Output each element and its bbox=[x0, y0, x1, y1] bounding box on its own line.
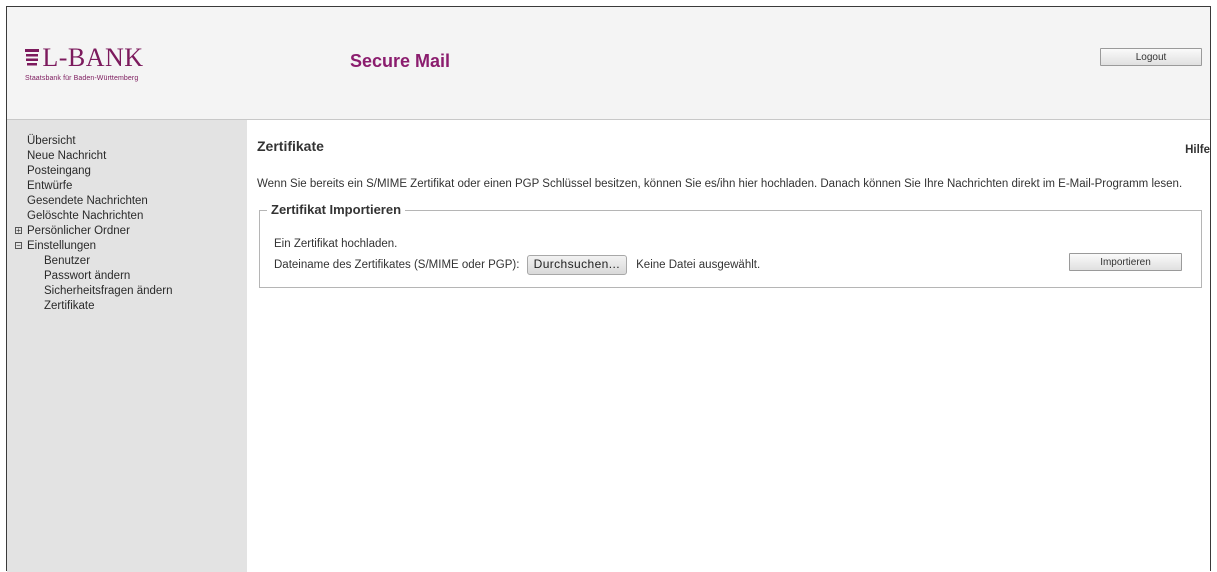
expand-icon[interactable]: + bbox=[15, 227, 22, 235]
logo-wordmark: L-BANK bbox=[42, 43, 144, 72]
sidebar: Übersicht Neue Nachricht Posteingang Ent… bbox=[7, 120, 247, 572]
section-legend: Zertifikat Importieren bbox=[267, 202, 406, 217]
logo-subtitle: Staatsbank für Baden-Württemberg bbox=[25, 75, 139, 82]
sidebar-item-posteingang[interactable]: Posteingang bbox=[15, 164, 144, 179]
intro-text: Wenn Sie bereits ein S/MIME Zertifikat o… bbox=[257, 178, 1183, 190]
file-label: Dateiname des Zertifikates (S/MIME oder … bbox=[274, 259, 520, 272]
sidebar-item-label: Gelöschte Nachrichten bbox=[27, 210, 144, 222]
sidebar-item-label: Neue Nachricht bbox=[27, 150, 107, 162]
page-title: Zertifikate bbox=[257, 138, 324, 154]
lbank-logo: L-BANK Staatsbank für Baden-Württemberg bbox=[25, 43, 144, 82]
sidebar-item-label: Sicherheitsfragen ändern bbox=[44, 285, 173, 297]
sidebar-item-geloeschte-nachrichten[interactable]: Gelöschte Nachrichten bbox=[15, 209, 144, 224]
sidebar-item-passwort-aendern[interactable]: Passwort ändern bbox=[15, 269, 144, 284]
sidebar-item-label: Passwort ändern bbox=[44, 270, 131, 282]
file-row: Dateiname des Zertifikates (S/MIME oder … bbox=[274, 255, 760, 275]
sidebar-item-label: Einstellungen bbox=[27, 240, 97, 252]
app-title: Secure Mail bbox=[350, 51, 451, 71]
sidebar-item-persoenlicher-ordner[interactable]: + Persönlicher Ordner bbox=[15, 224, 144, 239]
sidebar-item-label: Entwürfe bbox=[27, 180, 73, 192]
help-link[interactable]: Hilfe bbox=[1185, 144, 1210, 156]
sidebar-item-gesendete-nachrichten[interactable]: Gesendete Nachrichten bbox=[15, 194, 148, 209]
collapse-icon[interactable]: − bbox=[15, 242, 22, 250]
logout-button[interactable]: Logout bbox=[1100, 48, 1202, 66]
sidebar-item-label: Zertifikate bbox=[44, 300, 95, 312]
main-content: Zertifikate Hilfe Wenn Sie bereits ein S… bbox=[247, 120, 1210, 572]
browse-button[interactable]: Durchsuchen... bbox=[526, 255, 627, 275]
import-certificate-section: Zertifikat Importieren Ein Zertifikat ho… bbox=[259, 202, 1202, 288]
sidebar-item-label: Übersicht bbox=[27, 135, 76, 147]
sidebar-item-label: Persönlicher Ordner bbox=[27, 225, 130, 237]
app-window: L-BANK Staatsbank für Baden-Württemberg … bbox=[6, 6, 1211, 572]
coat-of-arms-icon bbox=[25, 49, 39, 70]
sidebar-item-neue-nachricht[interactable]: Neue Nachricht bbox=[15, 149, 144, 164]
sidebar-nav: Übersicht Neue Nachricht Posteingang Ent… bbox=[15, 134, 173, 314]
no-file-text: Keine Datei ausgewählt. bbox=[636, 259, 761, 272]
header: L-BANK Staatsbank für Baden-Württemberg … bbox=[7, 7, 1210, 120]
import-button[interactable]: Importieren bbox=[1069, 253, 1182, 271]
sidebar-item-einstellungen[interactable]: − Einstellungen bbox=[15, 239, 144, 254]
sidebar-item-uebersicht[interactable]: Übersicht bbox=[15, 134, 144, 149]
sidebar-item-label: Benutzer bbox=[44, 255, 91, 267]
sidebar-item-entwuerfe[interactable]: Entwürfe bbox=[15, 179, 144, 194]
sidebar-item-zertifikate[interactable]: Zertifikate bbox=[15, 299, 144, 314]
upload-hint: Ein Zertifikat hochladen. bbox=[274, 238, 398, 250]
sidebar-item-label: Posteingang bbox=[27, 165, 91, 177]
sidebar-item-benutzer[interactable]: Benutzer bbox=[15, 254, 144, 269]
sidebar-item-sicherheitsfragen-aendern[interactable]: Sicherheitsfragen ändern bbox=[15, 284, 173, 299]
sidebar-item-label: Gesendete Nachrichten bbox=[27, 195, 148, 207]
